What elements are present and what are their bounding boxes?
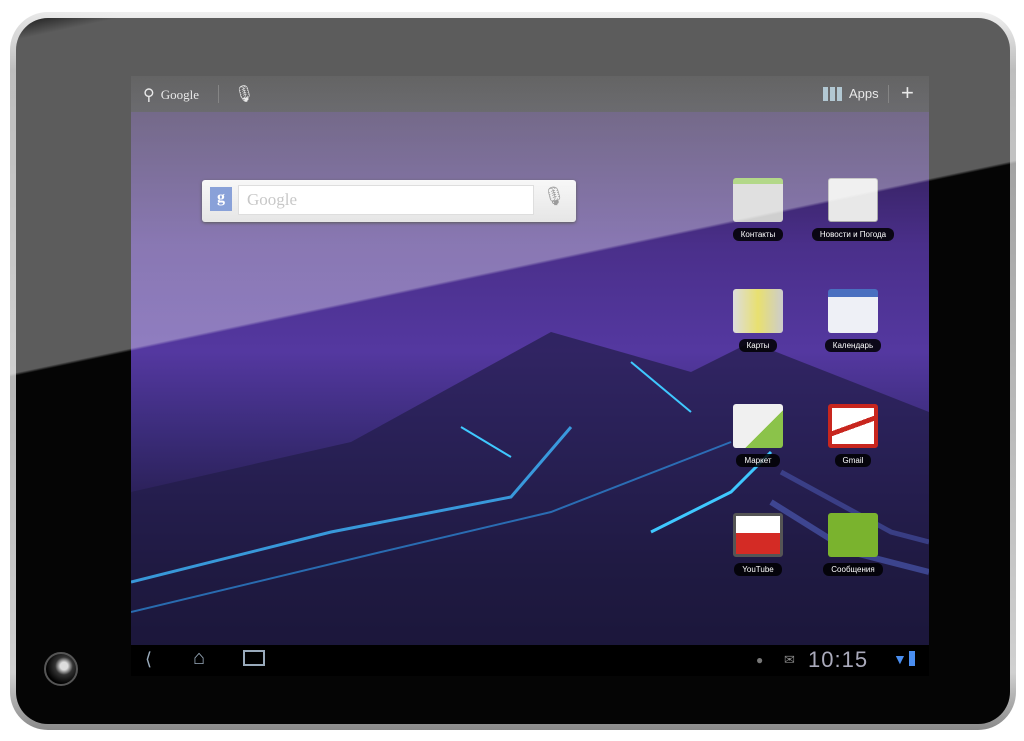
- search-icon: ⚲: [143, 87, 155, 104]
- app-label: Сообщения: [823, 563, 883, 576]
- maps-icon: [733, 289, 783, 333]
- market-icon: [733, 404, 783, 448]
- google-search-widget: g Google 🎙: [202, 180, 576, 222]
- news-weather-icon: [828, 178, 878, 222]
- app-label: Календарь: [824, 339, 882, 352]
- android-debug-icon[interactable]: ●: [756, 653, 763, 667]
- mic-icon[interactable]: 🎙: [234, 84, 254, 104]
- messaging-icon: [828, 513, 878, 557]
- system-bar: ⟨ ⌂ ● ✉ 10:15 ▼: [131, 645, 929, 676]
- app-label: Контакты: [732, 228, 784, 241]
- app-market[interactable]: Маркет: [708, 404, 808, 468]
- gmail-icon: [828, 404, 878, 448]
- search-input[interactable]: Google: [238, 185, 534, 215]
- app-label: Карты: [738, 339, 778, 352]
- app-maps[interactable]: Карты: [708, 289, 808, 353]
- apps-grid-icon: [823, 86, 843, 101]
- top-bar: ⚲ Google 🎙 Apps +: [131, 76, 929, 112]
- app-messaging[interactable]: Сообщения: [803, 513, 903, 577]
- app-contacts[interactable]: Контакты: [708, 178, 808, 242]
- app-label: Новости и Погода: [811, 228, 895, 241]
- apps-label: Apps: [849, 86, 879, 101]
- contacts-icon: [733, 178, 783, 222]
- divider: [888, 85, 889, 103]
- google-logo-icon[interactable]: g: [210, 187, 232, 211]
- divider: [218, 85, 219, 103]
- back-icon[interactable]: ⟨: [145, 649, 152, 670]
- recent-apps-icon[interactable]: [243, 650, 265, 666]
- battery-icon[interactable]: [909, 651, 915, 666]
- app-label: YouTube: [734, 563, 782, 576]
- app-gmail[interactable]: Gmail: [803, 404, 903, 468]
- calendar-icon: [828, 289, 878, 333]
- clock[interactable]: 10:15: [808, 647, 868, 673]
- voice-search-mic-icon[interactable]: 🎙: [540, 186, 568, 216]
- mail-icon[interactable]: ✉: [784, 652, 795, 668]
- google-search-button[interactable]: ⚲ Google: [143, 85, 199, 105]
- app-calendar[interactable]: Календарь: [803, 289, 903, 353]
- home-screen: ⚲ Google 🎙 Apps + g Google 🎙 Контакты Но…: [131, 76, 929, 676]
- app-youtube[interactable]: YouTube: [708, 513, 808, 577]
- app-news-weather[interactable]: Новости и Погода: [803, 178, 903, 242]
- app-label: Gmail: [834, 454, 872, 467]
- wifi-icon[interactable]: ▼: [893, 651, 907, 667]
- plus-icon[interactable]: +: [901, 80, 914, 106]
- search-label: Google: [160, 87, 199, 102]
- app-label: Маркет: [736, 454, 780, 467]
- camera-icon: [44, 652, 78, 686]
- apps-button[interactable]: Apps: [823, 86, 879, 101]
- home-icon[interactable]: ⌂: [193, 647, 205, 670]
- youtube-icon: [733, 513, 783, 557]
